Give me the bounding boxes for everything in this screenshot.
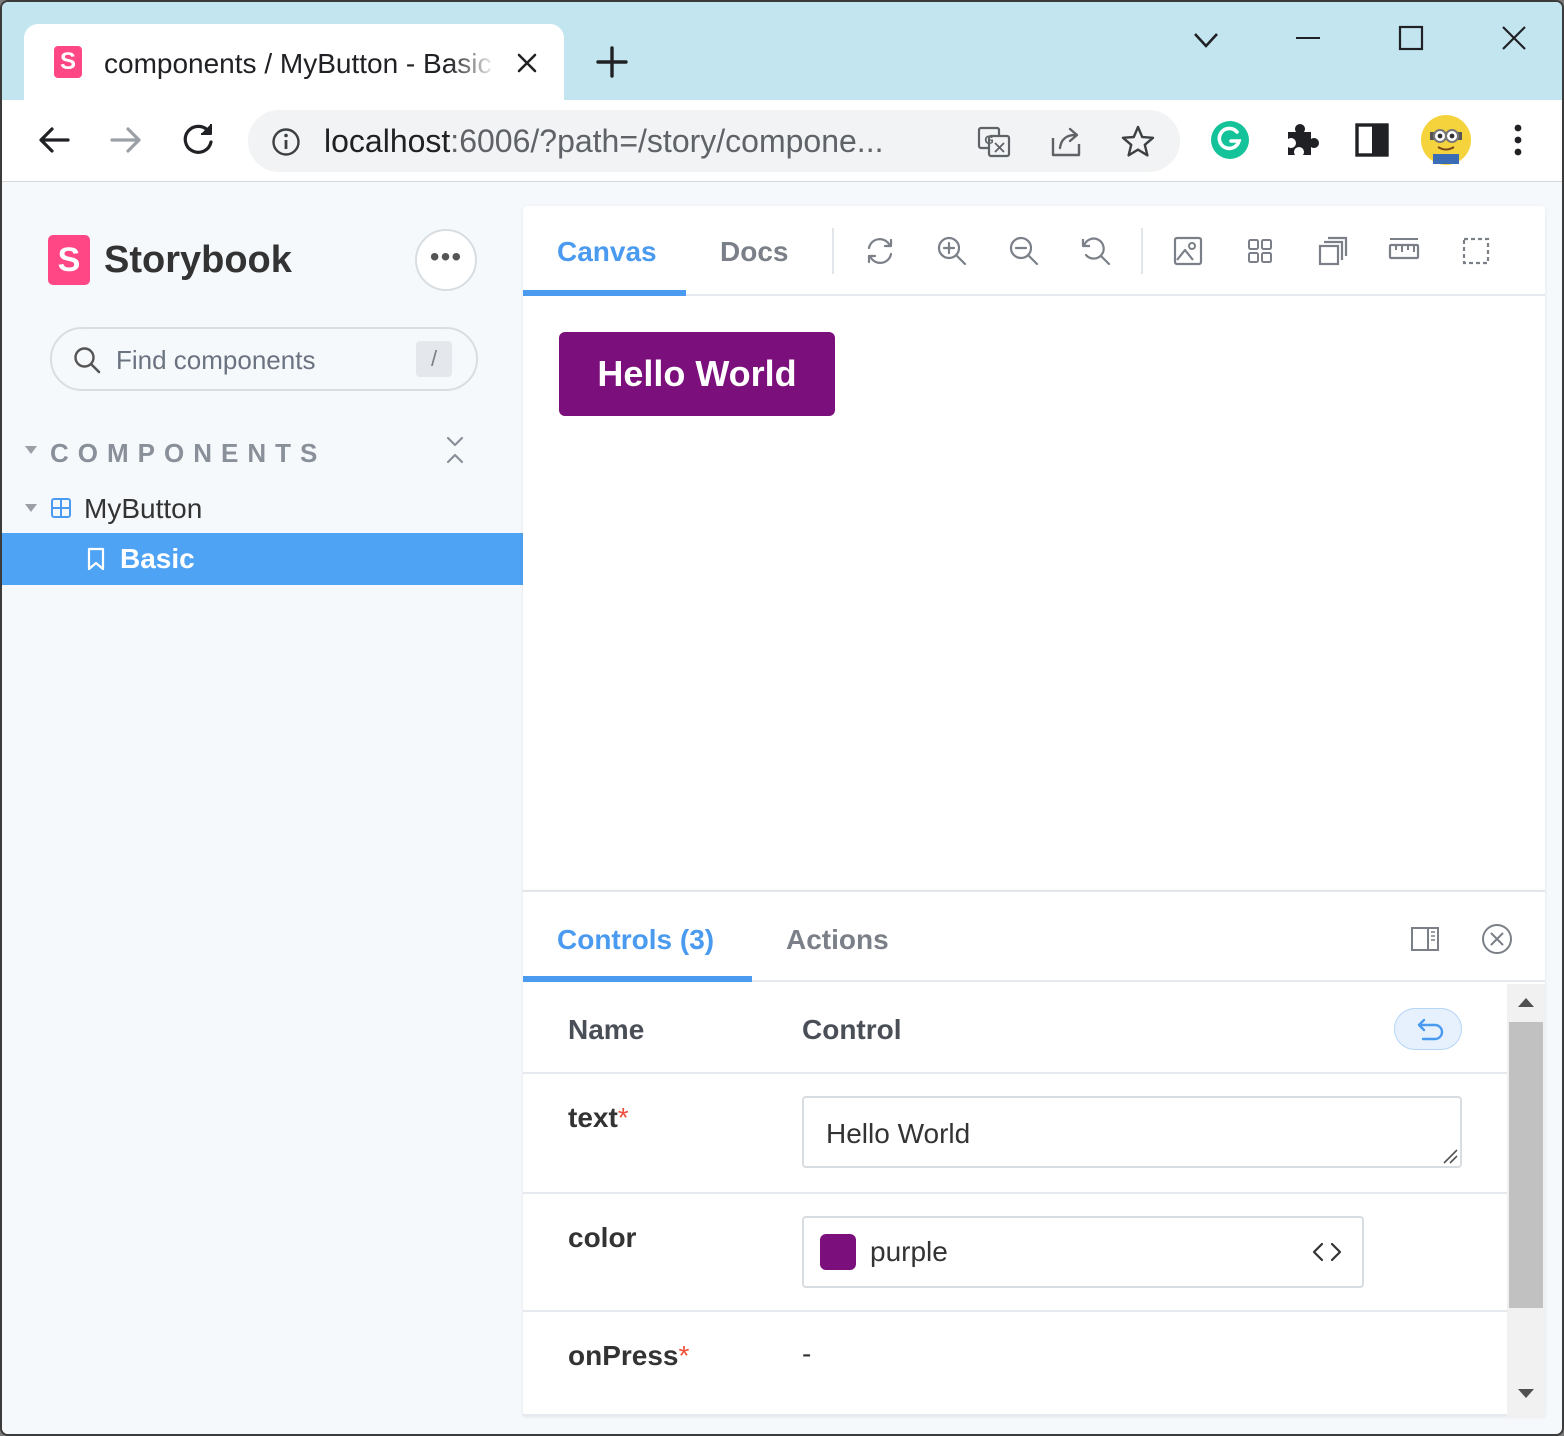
storybook-favicon: S xyxy=(54,46,82,78)
onpress-control-value: - xyxy=(802,1338,812,1369)
addons-tabbar: Controls (3) Actions xyxy=(523,892,1545,982)
scroll-up-arrow-icon[interactable] xyxy=(1517,996,1535,1008)
reset-controls-button[interactable] xyxy=(1394,1008,1462,1050)
profile-avatar[interactable] xyxy=(1420,114,1472,166)
story-canvas: Hello World xyxy=(523,296,1545,892)
maximize-icon[interactable] xyxy=(1392,20,1432,60)
prop-name-text: text* xyxy=(568,1102,629,1133)
column-header-control: Control xyxy=(802,1014,902,1045)
grid-icon[interactable] xyxy=(1243,234,1277,268)
close-window-icon[interactable] xyxy=(1494,20,1534,60)
hello-world-button[interactable]: Hello World xyxy=(559,332,835,416)
tab-canvas[interactable]: Canvas xyxy=(557,234,657,270)
tab-controls[interactable]: Controls (3) xyxy=(557,922,714,958)
tab-docs[interactable]: Docs xyxy=(720,234,788,270)
viewport-icon[interactable] xyxy=(1315,234,1349,268)
more-horiz-icon: ••• xyxy=(429,241,463,272)
url-path: :6006/?path=/story/compone... xyxy=(450,123,884,159)
controls-scrollbar[interactable] xyxy=(1507,984,1545,1418)
measure-icon[interactable] xyxy=(1387,234,1421,268)
row-divider xyxy=(523,1072,1507,1074)
reload-icon[interactable] xyxy=(176,118,220,162)
more-vert-icon[interactable] xyxy=(1496,118,1540,162)
zoom-in-icon[interactable] xyxy=(935,234,969,268)
group-title-components[interactable]: COMPONENTS xyxy=(50,437,326,469)
undo-icon xyxy=(1417,1018,1444,1041)
side-panel-icon[interactable] xyxy=(1350,118,1394,162)
text-control-input[interactable]: Hello World xyxy=(802,1096,1462,1168)
color-control-value: purple xyxy=(870,1236,948,1267)
text-control-value: Hello World xyxy=(826,1118,971,1149)
extensions-puzzle-icon[interactable] xyxy=(1280,118,1324,162)
storybook-brand[interactable]: Storybook xyxy=(104,235,292,285)
column-header-name: Name xyxy=(568,1014,645,1045)
required-asterisk: * xyxy=(617,1102,629,1133)
tab-title: components / MyButton - Basic xyxy=(104,48,492,79)
url-host: localhost xyxy=(324,123,451,159)
translate-icon[interactable]: G xyxy=(976,124,1012,160)
tab-search-chevron-icon[interactable] xyxy=(1186,20,1226,60)
new-tab-icon[interactable] xyxy=(594,44,630,80)
color-swatch[interactable] xyxy=(820,1234,856,1270)
resize-grip-icon[interactable] xyxy=(1440,1146,1458,1164)
search-shortcut-badge: / xyxy=(416,341,452,377)
bookmark-icon xyxy=(87,547,105,571)
minimize-icon[interactable] xyxy=(1288,20,1328,60)
toolbar-divider xyxy=(1141,228,1143,274)
prop-name-onpress: onPress* xyxy=(568,1340,690,1371)
preview-toolbar: Canvas Docs xyxy=(523,206,1545,296)
color-control-input[interactable]: purple xyxy=(802,1216,1364,1288)
caret-down-icon[interactable] xyxy=(24,503,38,513)
row-divider xyxy=(523,1310,1507,1312)
background-icon[interactable] xyxy=(1171,234,1205,268)
prop-name-color: color xyxy=(568,1222,637,1253)
caret-down-icon[interactable] xyxy=(24,445,38,455)
controls-table: Name Control text* Hello World color pur… xyxy=(523,984,1507,1418)
outline-icon[interactable] xyxy=(1459,234,1493,268)
site-info-icon[interactable] xyxy=(270,126,302,158)
back-icon[interactable] xyxy=(32,118,76,162)
address-bar[interactable]: localhost:6006/?path=/story/compone... G xyxy=(248,110,1180,172)
addons-panel: Controls (3) Actions Name Control text* … xyxy=(523,890,1545,1418)
close-tab-icon[interactable] xyxy=(512,48,542,78)
remount-icon[interactable] xyxy=(863,234,897,268)
tab-actions[interactable]: Actions xyxy=(786,922,889,958)
search-input[interactable]: Find components / xyxy=(50,327,478,391)
storybook-sidebar: S Storybook ••• Find components / COMPON… xyxy=(2,183,523,1434)
panel-orientation-icon[interactable] xyxy=(1408,922,1442,956)
zoom-reset-icon[interactable] xyxy=(1079,234,1113,268)
preview-panel: Canvas Docs Hello World xyxy=(523,206,1545,892)
required-asterisk: * xyxy=(678,1340,690,1371)
storybook-logo-icon: S xyxy=(48,235,90,285)
toolbar-divider xyxy=(832,228,834,274)
search-placeholder: Find components xyxy=(116,345,316,375)
story-label: Basic xyxy=(120,543,195,574)
svg-text:G: G xyxy=(984,133,993,147)
browser-window: S components / MyButton - Basic localhos… xyxy=(0,0,1564,1436)
scroll-down-arrow-icon[interactable] xyxy=(1517,1388,1535,1400)
scroll-thumb[interactable] xyxy=(1509,1022,1543,1308)
active-tab-indicator xyxy=(523,976,752,982)
row-divider xyxy=(523,1414,1507,1416)
share-icon[interactable] xyxy=(1048,124,1084,160)
zoom-out-icon[interactable] xyxy=(1007,234,1041,268)
close-panel-icon[interactable] xyxy=(1480,922,1514,956)
browser-tab[interactable]: S components / MyButton - Basic xyxy=(24,24,564,100)
sidebar-item-mybutton[interactable]: MyButton xyxy=(84,491,202,527)
search-icon xyxy=(74,347,101,374)
code-toggle-icon[interactable] xyxy=(1310,1236,1344,1268)
url-text: localhost:6006/?path=/story/compone... xyxy=(324,120,944,162)
grammarly-icon[interactable] xyxy=(1208,118,1252,162)
sidebar-menu-button[interactable]: ••• xyxy=(415,229,477,291)
collapse-all-icon[interactable] xyxy=(442,435,468,465)
browser-toolbar: localhost:6006/?path=/story/compone... G xyxy=(2,100,1562,182)
row-divider xyxy=(523,1192,1507,1194)
forward-icon[interactable] xyxy=(104,118,148,162)
bookmark-star-icon[interactable] xyxy=(1120,124,1156,160)
component-icon xyxy=(51,498,71,518)
sidebar-item-basic[interactable]: Basic xyxy=(2,533,523,585)
tab-strip: S components / MyButton - Basic xyxy=(2,2,1562,100)
